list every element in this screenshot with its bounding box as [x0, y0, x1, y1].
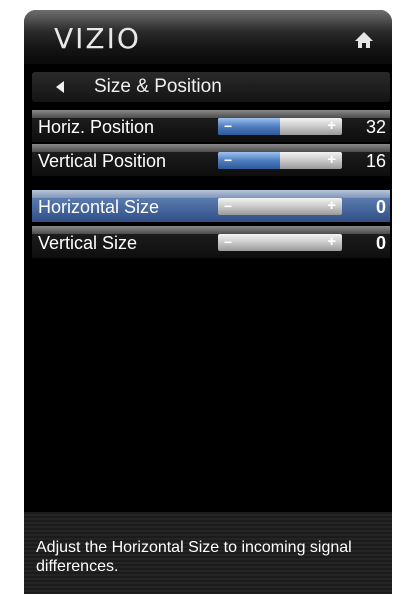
plus-icon[interactable]: + [327, 118, 336, 134]
plus-icon[interactable]: + [327, 234, 336, 250]
tv-menu-panel: VIZIO Size & Position Horiz. Position − … [24, 10, 392, 594]
menu-item-label: Vertical Position [38, 151, 167, 171]
menu-title: Size & Position [94, 76, 222, 97]
menu-item-value: 32 [365, 117, 386, 137]
menu-item-label: Horizontal Size [38, 197, 160, 217]
header-bar: VIZIO [24, 10, 392, 64]
home-icon[interactable] [354, 30, 374, 50]
minus-icon[interactable]: − [224, 234, 232, 250]
horizontal-size-slider[interactable]: − + [218, 198, 342, 215]
vertical-size-slider[interactable]: − + [218, 234, 342, 251]
menu-item-vertical-position[interactable]: Vertical Position − + 16 [32, 144, 390, 176]
vizio-logo: VIZIO [54, 22, 141, 55]
minus-icon[interactable]: − [224, 118, 232, 134]
menu-item-horizontal-size[interactable]: Horizontal Size − + 0 [32, 190, 390, 222]
help-text: Adjust the Horizontal Size to incoming s… [36, 539, 352, 575]
minus-icon[interactable]: − [224, 198, 232, 214]
menu-item-value: 0 [375, 233, 386, 253]
help-footer: Adjust the Horizontal Size to incoming s… [24, 512, 392, 594]
plus-icon[interactable]: + [327, 152, 336, 168]
menu-item-value: 0 [375, 197, 386, 217]
vertical-position-slider[interactable]: − + [218, 152, 342, 169]
back-arrow-icon[interactable] [56, 81, 64, 93]
menu-item-label: Vertical Size [38, 233, 138, 253]
minus-icon[interactable]: − [224, 152, 232, 168]
menu-item-vertical-size[interactable]: Vertical Size − + 0 [32, 226, 390, 258]
menu-item-horiz-position[interactable]: Horiz. Position − + 32 [32, 110, 390, 142]
plus-icon[interactable]: + [327, 198, 336, 214]
menu-item-label: Horiz. Position [38, 117, 155, 137]
horiz-position-slider[interactable]: − + [218, 118, 342, 135]
menu-item-value: 16 [365, 151, 386, 171]
back-title-row[interactable]: Size & Position [32, 72, 390, 102]
